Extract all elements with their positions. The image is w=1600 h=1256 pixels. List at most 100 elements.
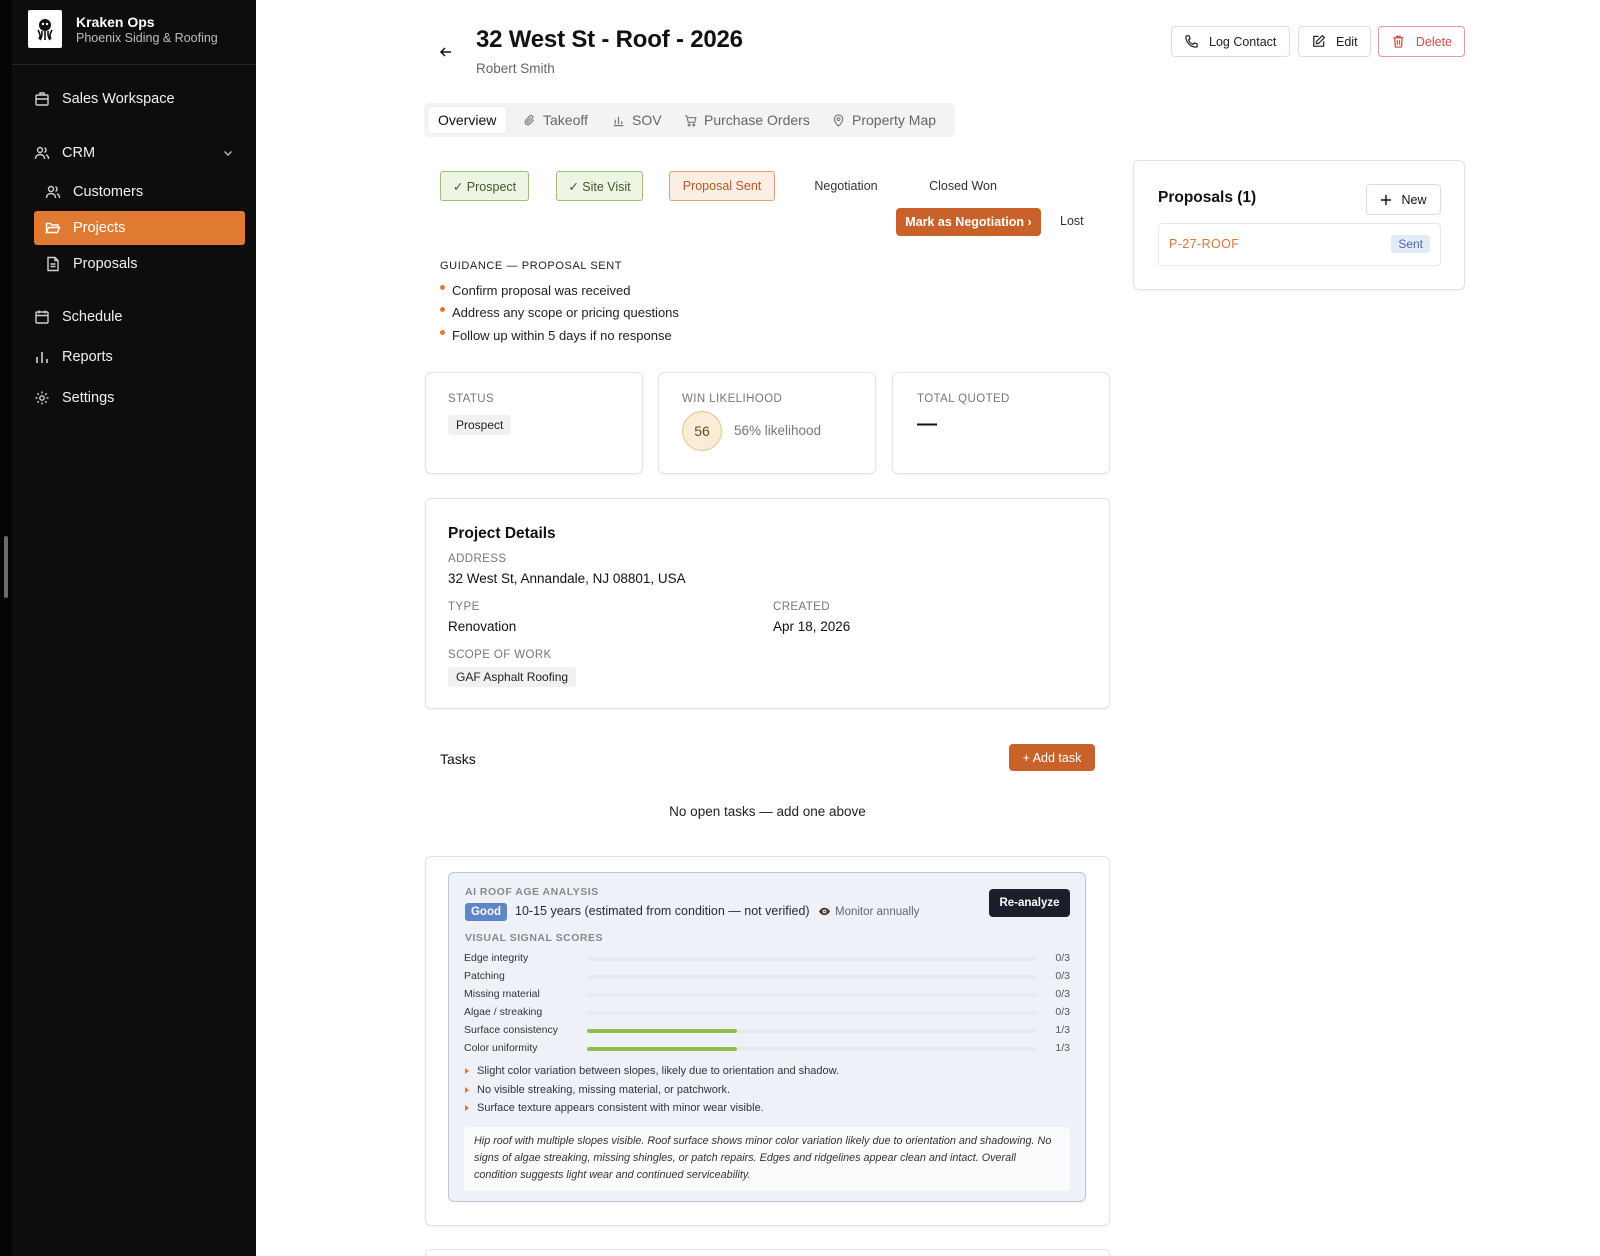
signal-row: Edge integrity 0/3 [464,950,1070,968]
signal-name: Missing material [464,988,540,1000]
sidebar-item-label: Schedule [62,309,123,325]
tab-label: Purchase Orders [704,112,810,128]
building-icon [35,92,49,106]
users-icon [34,146,50,160]
trash-icon [1393,35,1404,48]
signal-row: Missing material 0/3 [464,986,1070,1004]
bullet-icon [440,307,445,312]
users-icon [45,185,61,199]
signal-row: Patching 0/3 [464,968,1070,986]
eye-icon [818,907,831,916]
status-badge: Sent [1391,235,1430,253]
stage-site-visit[interactable]: ✓ Site Visit [556,171,643,201]
bar-chart-icon [36,352,48,363]
stage-negotiation[interactable]: Negotiation [802,171,890,201]
sidebar-item-schedule[interactable]: Schedule [34,300,245,334]
sidebar-item-label: Proposals [73,256,138,272]
status-label: STATUS [448,393,495,405]
sidebar-item-crm[interactable]: CRM [34,136,245,170]
stage-closed-won[interactable]: Closed Won [918,171,1008,201]
signal-score: 0/3 [1055,952,1070,964]
caret-right-icon [465,1068,469,1074]
stage-proposal-sent[interactable]: Proposal Sent [669,171,775,201]
sidebar-item-reports[interactable]: Reports [34,340,245,374]
finding-item: Surface texture appears consistent with … [465,1102,764,1114]
sidebar-item-label: CRM [62,145,96,161]
stage-prospect[interactable]: ✓ Prospect [440,171,529,201]
lost-button[interactable]: Lost [1060,214,1084,228]
signal-name: Color uniformity [464,1042,538,1054]
mark-as-negotiation-button[interactable]: Mark as Negotiation › [896,208,1041,236]
back-arrow-icon[interactable] [438,44,454,60]
log-contact-button[interactable]: Log Contact [1171,26,1290,57]
tasks-title: Tasks [440,751,476,767]
customer-name: Robert Smith [476,61,555,76]
total-quoted-value: — [917,413,937,435]
log-contact-label: Log Contact [1209,34,1277,49]
signal-track [587,975,1037,979]
new-proposal-button[interactable]: New [1366,184,1441,215]
gear-icon [35,391,49,405]
caret-right-icon [465,1087,469,1093]
guidance-text: Confirm proposal was received [452,283,631,298]
tab-sov[interactable]: SOV [602,107,672,133]
guidance-text: Follow up within 5 days if no response [452,328,672,343]
tab-takeoff[interactable]: Takeoff [513,107,598,133]
signal-row: Algae / streaking 0/3 [464,1004,1070,1022]
signal-score: 1/3 [1055,1024,1070,1036]
add-task-button[interactable]: + Add task [1009,744,1095,771]
signal-name: Surface consistency [464,1024,558,1036]
file-text-icon [47,256,59,272]
address-value: 32 West St, Annandale, NJ 08801, USA [448,571,686,586]
signal-track [587,1011,1037,1015]
cart-icon [684,114,697,126]
sidebar-item-proposals[interactable]: Proposals [34,247,245,281]
signal-score: 1/3 [1055,1042,1070,1054]
sidebar-item-settings[interactable]: Settings [34,381,245,415]
folder-open-icon [45,222,61,234]
created-value: Apr 18, 2026 [773,619,851,634]
analysis-summary: Hip roof with multiple slopes visible. R… [464,1127,1070,1191]
monitor-note: Monitor annually [818,905,919,918]
phone-icon [1185,35,1198,48]
brand[interactable]: Kraken Ops Phoenix Siding & Roofing [28,10,218,48]
guidance-item: Follow up within 5 days if no response [440,328,672,343]
signal-name: Patching [464,970,505,982]
tab-label: SOV [632,112,662,128]
edit-label: Edit [1336,34,1358,49]
proposal-id-link[interactable]: P-27-ROOF [1169,237,1239,251]
signal-score: 0/3 [1055,1006,1070,1018]
tab-purchase-orders[interactable]: Purchase Orders [674,107,820,133]
delete-button[interactable]: Delete [1378,26,1465,57]
caret-right-icon [465,1105,469,1111]
address-label: ADDRESS [448,553,507,565]
sidebar-item-label: Projects [73,220,126,236]
proposal-row[interactable]: P-27-ROOF Sent [1158,223,1441,266]
reanalyze-button[interactable]: Re-analyze [989,889,1070,917]
win-likelihood-label: WIN LIKELIHOOD [682,393,783,405]
sidebar-item-projects[interactable]: Projects [34,211,245,245]
signal-score: 0/3 [1055,970,1070,982]
sidebar-item-sales-workspace[interactable]: Sales Workspace [34,82,245,116]
plus-icon [1381,194,1392,205]
total-quoted-label: TOTAL QUOTED [917,393,1010,405]
condition-badge: Good [465,903,507,921]
chevron-down-icon[interactable] [221,146,235,160]
sidebar-edge [0,0,12,1256]
signal-fill [587,1029,737,1033]
signal-name: Edge integrity [464,952,529,964]
signal-name: Algae / streaking [464,1006,543,1018]
scrollbar[interactable] [4,536,8,598]
monitor-text: Monitor annually [835,905,920,918]
edit-button[interactable]: Edit [1298,26,1371,57]
paperclip-icon [524,114,535,125]
guidance-item: Address any scope or pricing questions [440,305,679,320]
scope-label: SCOPE OF WORK [448,649,552,661]
tab-overview[interactable]: Overview [428,107,507,133]
map-pin-icon [833,113,844,127]
signal-track [587,1029,1037,1033]
tab-property-map[interactable]: Property Map [822,107,946,133]
finding-text: No visible streaking, missing material, … [477,1084,731,1096]
sidebar: Kraken Ops Phoenix Siding & Roofing Sale… [0,0,256,1256]
sidebar-item-customers[interactable]: Customers [34,175,245,209]
